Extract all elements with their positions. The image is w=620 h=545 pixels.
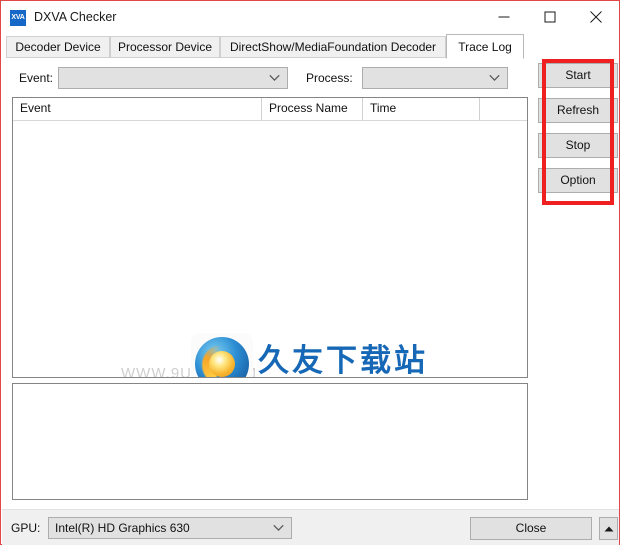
event-filter-combobox[interactable] [58, 67, 288, 89]
minimize-button[interactable] [481, 1, 527, 32]
close-button[interactable]: Close [470, 517, 592, 540]
stop-button[interactable]: Stop [538, 133, 618, 158]
watermark-brand-name: 久友下载站 [258, 343, 428, 378]
title-bar: XVA DXVA Checker [1, 1, 619, 33]
close-window-button[interactable] [573, 1, 619, 32]
tab-strip: Decoder Device Processor Device DirectSh… [2, 34, 619, 59]
process-filter-combobox[interactable] [362, 67, 508, 89]
watermark-logo-backplate [191, 333, 253, 377]
tab-directshow-mediafoundation-decoder[interactable]: DirectShow/MediaFoundation Decoder [220, 36, 446, 58]
maximize-button[interactable] [527, 1, 573, 32]
expand-up-button[interactable] [599, 517, 618, 540]
gpu-label: GPU: [11, 521, 41, 535]
dxva-app-icon: XVA [10, 10, 26, 26]
site-watermark: WWW.9UPK.COM anxz.com 久友下载站 Www.9UPK.Com [13, 303, 527, 378]
arrow-up-icon [604, 526, 613, 531]
tab-underline [2, 58, 619, 59]
watermark-faint-left-text: WWW.9UPK.COM [121, 365, 258, 378]
tab-decoder-device[interactable]: Decoder Device [6, 36, 110, 58]
tab-processor-device[interactable]: Processor Device [110, 36, 220, 58]
column-header-blank[interactable] [480, 98, 527, 120]
watermark-logo-icon [195, 337, 249, 377]
trace-log-listview[interactable]: Event Process Name Time WWW.9UPK.COM anx… [12, 97, 528, 378]
maximize-icon [544, 11, 556, 22]
start-button[interactable]: Start [538, 63, 618, 88]
option-button[interactable]: Option [538, 168, 618, 193]
trace-log-header-row: Event Process Name Time [13, 98, 527, 121]
chevron-down-icon [269, 74, 280, 82]
window-title: DXVA Checker [34, 10, 117, 24]
column-header-process-name[interactable]: Process Name [262, 98, 363, 120]
refresh-button[interactable]: Refresh [538, 98, 618, 123]
gpu-select[interactable]: Intel(R) HD Graphics 630 [48, 517, 292, 539]
tab-trace-log[interactable]: Trace Log [446, 34, 524, 59]
footer-bar: GPU: Intel(R) HD Graphics 630 Close [2, 509, 619, 545]
gpu-select-value: Intel(R) HD Graphics 630 [55, 521, 190, 535]
chevron-down-icon [273, 524, 284, 532]
close-icon [590, 10, 602, 23]
chevron-down-icon [489, 74, 500, 82]
column-header-time[interactable]: Time [363, 98, 480, 120]
event-filter-label: Event: [19, 71, 54, 85]
column-header-event[interactable]: Event [13, 98, 262, 120]
app-window: XVA DXVA Checker Decoder Device Processo… [0, 0, 620, 545]
process-filter-label: Process: [306, 71, 353, 85]
log-detail-panel[interactable] [12, 383, 528, 500]
minimize-icon [498, 16, 510, 17]
